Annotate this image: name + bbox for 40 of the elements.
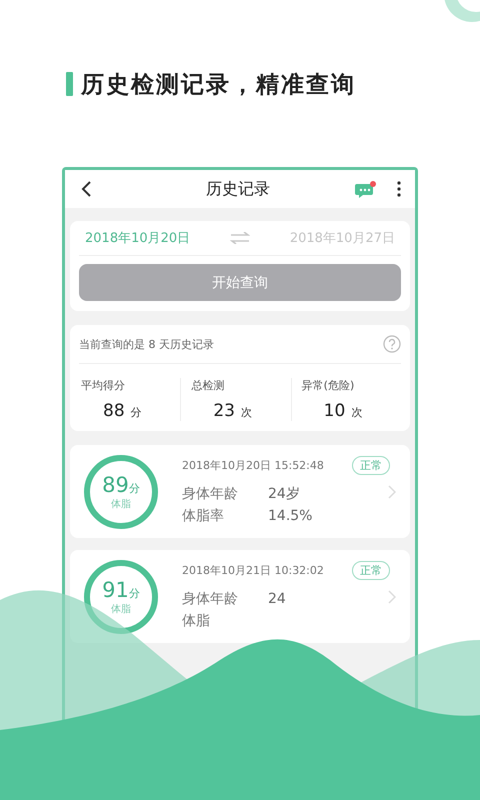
stat-unit: 次 <box>351 405 362 420</box>
score-label: 体脂 <box>111 602 131 616</box>
help-icon[interactable] <box>383 335 401 353</box>
stat-label: 总检测 <box>191 378 226 393</box>
stat-value: 88 <box>103 401 125 421</box>
end-date[interactable]: 2018年10月27日 <box>290 229 395 247</box>
metric-value: 14.5% <box>268 507 312 526</box>
status-badge: 正常 <box>352 456 390 475</box>
stat-label: 异常(危险) <box>302 378 356 393</box>
headline: 历史检测记录，精准查询 <box>81 70 356 100</box>
metric-label: 身体年龄 <box>182 590 239 609</box>
score-value: 89 <box>102 472 129 496</box>
swap-icon[interactable] <box>230 232 250 244</box>
chevron-icon[interactable] <box>388 590 396 604</box>
chevron-icon[interactable] <box>388 484 396 498</box>
stat-label: 平均得分 <box>81 378 126 393</box>
score-value: 91 <box>102 578 129 602</box>
score-label: 体脂 <box>111 498 131 510</box>
score-unit: 分 <box>128 586 140 600</box>
stat-unit: 分 <box>130 405 142 420</box>
start-date[interactable]: 2018年10月20日 <box>85 229 190 247</box>
stat-value: 23 <box>213 401 235 421</box>
record-time: 2018年10月20日 15:52:48 <box>182 458 324 473</box>
more-icon[interactable] <box>397 181 401 197</box>
metric-label: 体脂率 <box>182 507 225 526</box>
status-badge: 正常 <box>352 561 390 580</box>
screen-title: 历史记录 <box>205 178 271 200</box>
accent-bar <box>66 72 73 96</box>
metric-label: 身体年龄 <box>182 485 239 504</box>
metric-value: 24 <box>268 590 286 609</box>
record-time: 2018年10月21日 10:32:02 <box>182 563 324 578</box>
stat-value: 10 <box>324 401 346 421</box>
metric-value: 24岁 <box>268 485 300 504</box>
message-icon[interactable] <box>355 180 377 198</box>
stat-unit: 次 <box>240 405 252 420</box>
summary-note: 当前查询的是 8 天历史记录 <box>79 336 214 352</box>
back-icon[interactable] <box>81 181 93 197</box>
metric-label: 体脂 <box>182 612 211 631</box>
score-unit: 分 <box>128 480 140 496</box>
search-button[interactable]: 开始查询 <box>79 264 401 301</box>
